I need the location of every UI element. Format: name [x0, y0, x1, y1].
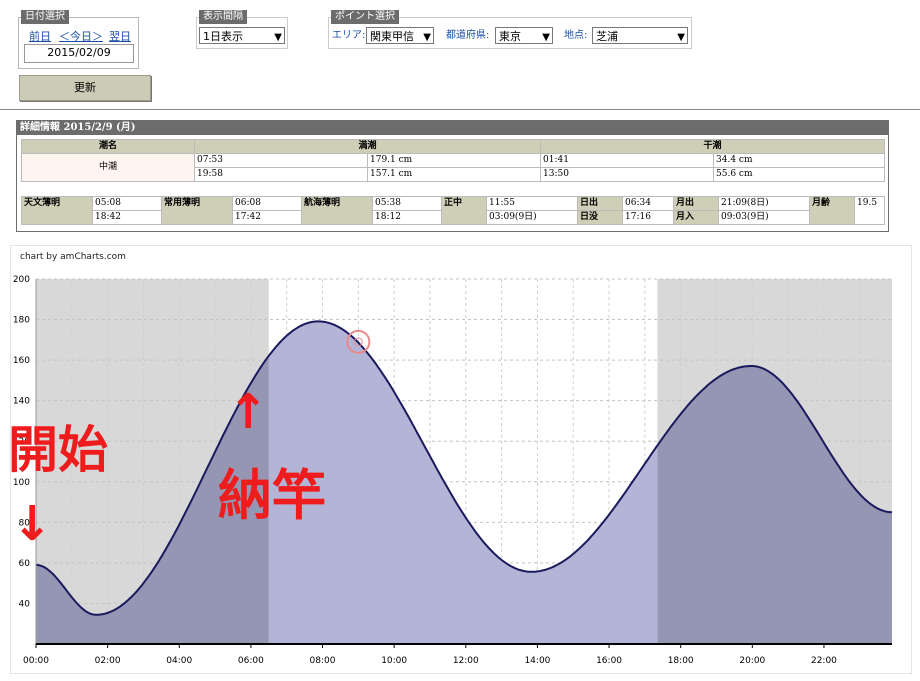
nautical-twilight-label: 航海薄明 — [301, 196, 373, 225]
high-height-2: 157.1 cm — [367, 167, 541, 182]
sunrise-label: 日出 — [577, 196, 623, 211]
area-label: エリア: — [332, 30, 366, 41]
today-link[interactable]: ＜今日＞ — [59, 28, 103, 44]
nautical-twilight-start: 05:38 — [372, 196, 442, 211]
culmination-1: 11:55 — [486, 196, 578, 211]
moon-age-label: 月齢 — [809, 196, 855, 225]
sunrise-value: 06:34 — [622, 196, 674, 211]
start-arrow-down-icon: ↓ — [12, 496, 53, 552]
moonset-label: 月入 — [673, 210, 719, 225]
next-day-link[interactable]: 翌日 — [109, 28, 131, 44]
low-time-1: 01:41 — [540, 153, 714, 168]
chart-credit: chart by amCharts.com — [20, 252, 126, 262]
chevron-down-icon: ▼ — [274, 32, 282, 43]
moonset-value: 09:03(9日) — [718, 210, 810, 225]
interval-group: 表示間隔 1日表示 ▼ — [196, 10, 288, 49]
astronomical-twilight-label: 天文薄明 — [21, 196, 93, 225]
date-select-legend: 日付選択 — [21, 10, 69, 24]
date-input[interactable]: 2015/02/09 — [24, 44, 134, 63]
interval-select-value: 1日表示 — [203, 30, 243, 43]
low-height-1: 34.4 cm — [713, 153, 885, 168]
header-low-tide: 干潮 — [540, 139, 885, 154]
detail-panel: 詳細情報 2015/2/9 (月) 潮名 満潮 干潮 中潮 07:53 179.… — [16, 120, 889, 232]
civil-twilight-start: 06:08 — [232, 196, 302, 211]
tide-chart-container — [10, 245, 912, 674]
sun-moon-table: 天文薄明 05:08 常用薄明 06:08 航海薄明 05:38 正中 11:5… — [21, 196, 885, 225]
prefecture-label: 都道府県: — [446, 30, 490, 41]
date-select-group: 日付選択 前日 ＜今日＞ 翌日 2015/02/09 — [18, 10, 139, 69]
start-annotation: 開始 — [8, 421, 108, 479]
spot-label: 地点: — [564, 30, 588, 41]
chevron-down-icon: ▼ — [423, 32, 431, 43]
high-time-1: 07:53 — [194, 153, 368, 168]
tide-name-value: 中潮 — [21, 153, 195, 182]
civil-twilight-end: 17:42 — [232, 210, 302, 225]
detail-title: 詳細情報 2015/2/9 (月) — [17, 121, 888, 135]
divider — [0, 109, 920, 110]
area-select-value: 関東甲信 — [370, 30, 414, 43]
point-select-legend: ポイント選択 — [331, 10, 399, 24]
moon-age-value: 19.5 — [854, 196, 885, 225]
header-high-tide: 満潮 — [194, 139, 541, 154]
interval-select[interactable]: 1日表示 ▼ — [199, 27, 285, 44]
chevron-down-icon: ▼ — [677, 32, 685, 43]
astronomical-twilight-end: 18:42 — [92, 210, 162, 225]
interval-legend: 表示間隔 — [199, 10, 247, 24]
header-tide-name: 潮名 — [21, 139, 195, 154]
prev-day-link[interactable]: 前日 — [29, 28, 51, 44]
nautical-twilight-end: 18:12 — [372, 210, 442, 225]
high-time-2: 19:58 — [194, 167, 368, 182]
low-height-2: 55.6 cm — [713, 167, 885, 182]
area-select[interactable]: 関東甲信 ▼ — [366, 27, 434, 44]
moonrise-label: 月出 — [673, 196, 719, 211]
update-button[interactable]: 更新 — [19, 75, 151, 101]
tide-table: 潮名 満潮 干潮 中潮 07:53 179.1 cm 01:41 34.4 cm… — [21, 139, 885, 182]
low-time-2: 13:50 — [540, 167, 714, 182]
astronomical-twilight-start: 05:08 — [92, 196, 162, 211]
prefecture-select-value: 東京 — [499, 30, 521, 43]
culmination-2: 03:09(9日) — [486, 210, 578, 225]
culmination-label: 正中 — [441, 196, 487, 225]
point-select-group: ポイント選択 エリア: 関東甲信 ▼ 都道府県: 東京 ▼ 地点: 芝浦 ▼ — [328, 10, 692, 49]
nosao-annotation: 納竿 — [218, 464, 326, 527]
nosao-arrow-up-icon: ↑ — [228, 384, 269, 440]
high-height-1: 179.1 cm — [367, 153, 541, 168]
prefecture-select[interactable]: 東京 ▼ — [495, 27, 553, 44]
spot-select-value: 芝浦 — [596, 30, 618, 43]
sunset-value: 17:16 — [622, 210, 674, 225]
moonrise-value: 21:09(8日) — [718, 196, 810, 211]
spot-select[interactable]: 芝浦 ▼ — [592, 27, 688, 44]
sunset-label: 日没 — [577, 210, 623, 225]
chevron-down-icon: ▼ — [542, 32, 550, 43]
civil-twilight-label: 常用薄明 — [161, 196, 233, 225]
